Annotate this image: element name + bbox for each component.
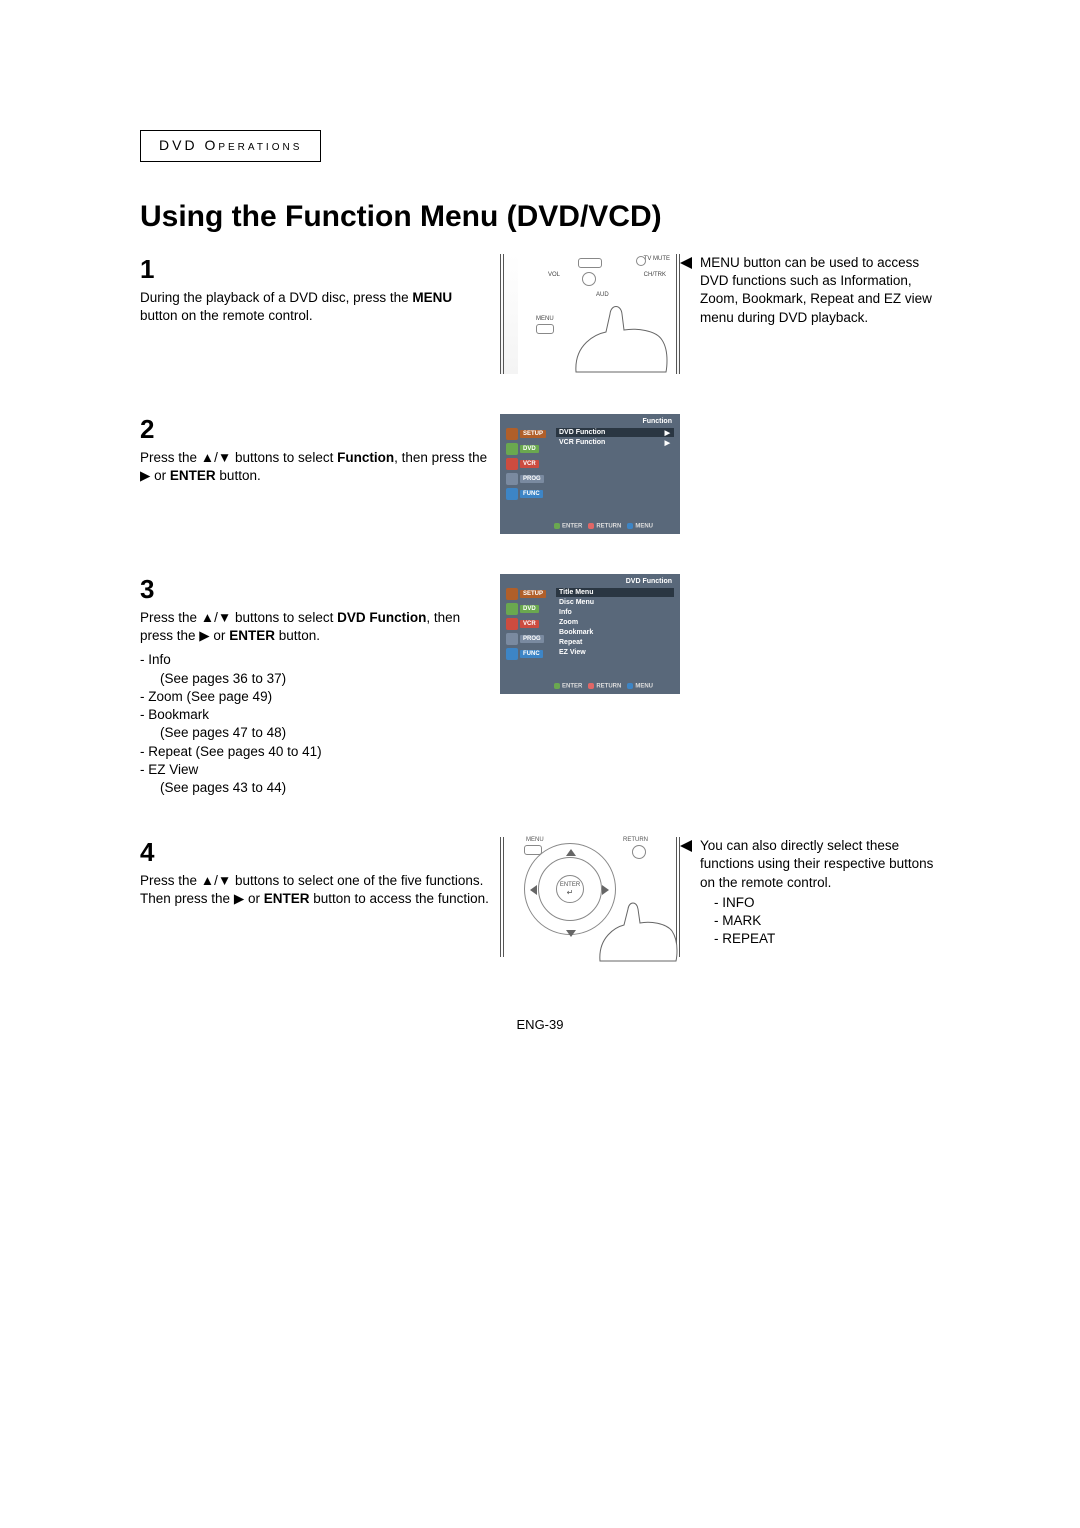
osd-list-item: Repeat (556, 638, 674, 647)
up-arrow-icon (566, 849, 576, 856)
step-number: 3 (140, 574, 490, 605)
osd-function-menu: Function SETUP DVD VCR PROG FUNC DVD Fun… (500, 414, 680, 534)
section-header: DVD Operations (140, 130, 321, 162)
osd-sidebar: SETUP DVD VCR PROG FUNC (506, 588, 546, 663)
osd-title: DVD Function (626, 578, 672, 585)
remote-button-list: INFO MARK REPEAT (714, 894, 940, 949)
hand-icon (592, 893, 682, 963)
osd-dvd-function-menu: DVD Function SETUP DVD VCR PROG FUNC Tit… (500, 574, 680, 694)
side-note-4: You can also directly select these funct… (680, 837, 940, 948)
step-3-row: 3 Press the ▲/▼ buttons to select DVD Fu… (140, 574, 940, 797)
down-arrow-icon (566, 930, 576, 937)
osd-list-item: Title Menu (556, 588, 674, 597)
step-1: 1 During the playback of a DVD disc, pre… (140, 254, 500, 325)
step-text: During the playback of a DVD disc, press… (140, 289, 490, 325)
return-label: RETURN (623, 837, 648, 843)
osd-list-item: Bookmark (556, 628, 674, 637)
osd-list-item: VCR Function▶ (556, 438, 674, 447)
up-down-icon: ▲/▼ (201, 450, 231, 465)
manual-page: DVD Operations Using the Function Menu (… (140, 130, 940, 1032)
pointer-left-icon (680, 257, 692, 269)
osd-list: DVD Function▶ VCR Function▶ (556, 428, 674, 448)
step-text: Press the ▲/▼ buttons to select Function… (140, 449, 490, 485)
page-number: ENG-39 (140, 1017, 940, 1032)
up-down-icon: ▲/▼ (201, 873, 231, 888)
step-2: 2 Press the ▲/▼ buttons to select Functi… (140, 414, 500, 485)
step-text: Press the ▲/▼ buttons to select one of t… (140, 872, 490, 908)
osd-list: Title Menu Disc Menu Info Zoom Bookmark … (556, 588, 674, 658)
step-number: 2 (140, 414, 490, 445)
step-4: 4 Press the ▲/▼ buttons to select one of… (140, 837, 500, 908)
right-icon: ▶ (234, 891, 244, 906)
step-3: 3 Press the ▲/▼ buttons to select DVD Fu… (140, 574, 500, 797)
step-2-row: 2 Press the ▲/▼ buttons to select Functi… (140, 414, 940, 534)
right-icon: ▶ (140, 468, 150, 483)
enter-button-icon: ENTER ↵ (556, 875, 584, 903)
up-down-icon: ▲/▼ (201, 610, 231, 625)
step-number: 1 (140, 254, 490, 285)
osd-list-item: Info (556, 608, 674, 617)
osd-list-item: EZ View (556, 648, 674, 657)
menu-label: MENU (526, 837, 544, 843)
osd-list-item: Disc Menu (556, 598, 674, 607)
pointer-left-icon (680, 840, 692, 852)
section-label: DVD Operations (159, 137, 302, 153)
step-number: 4 (140, 837, 490, 868)
step-text: Press the ▲/▼ buttons to select DVD Func… (140, 609, 490, 797)
osd-footer: ENTER RETURN MENU (554, 683, 674, 690)
page-title: Using the Function Menu (DVD/VCD) (140, 200, 940, 234)
right-icon: ▶ (199, 628, 209, 643)
function-list: Info(See pages 36 to 37) Zoom (See page … (140, 651, 490, 797)
osd-list-item: DVD Function▶ (556, 428, 674, 437)
step-1-row: 1 During the playback of a DVD disc, pre… (140, 254, 940, 374)
vol-label: VOL (548, 272, 560, 278)
tv-mute-label: TV MUTE (644, 256, 670, 262)
remote-nav-illustration: MENU RETURN ENTER ↵ (500, 837, 680, 957)
left-arrow-icon (530, 885, 537, 895)
menu-label: MENU (536, 316, 554, 322)
side-note-1: MENU button can be used to access DVD fu… (680, 254, 940, 327)
hand-icon (566, 294, 676, 374)
step-4-row: 4 Press the ▲/▼ buttons to select one of… (140, 837, 940, 957)
ch-label: CH/TRK (644, 272, 666, 278)
osd-list-item: Zoom (556, 618, 674, 627)
osd-sidebar: SETUP DVD VCR PROG FUNC (506, 428, 546, 503)
osd-footer: ENTER RETURN MENU (554, 523, 674, 530)
remote-illustration-top: TV MUTE VOL CH/TRK AUD MENU (500, 254, 680, 374)
osd-title: Function (642, 418, 672, 425)
